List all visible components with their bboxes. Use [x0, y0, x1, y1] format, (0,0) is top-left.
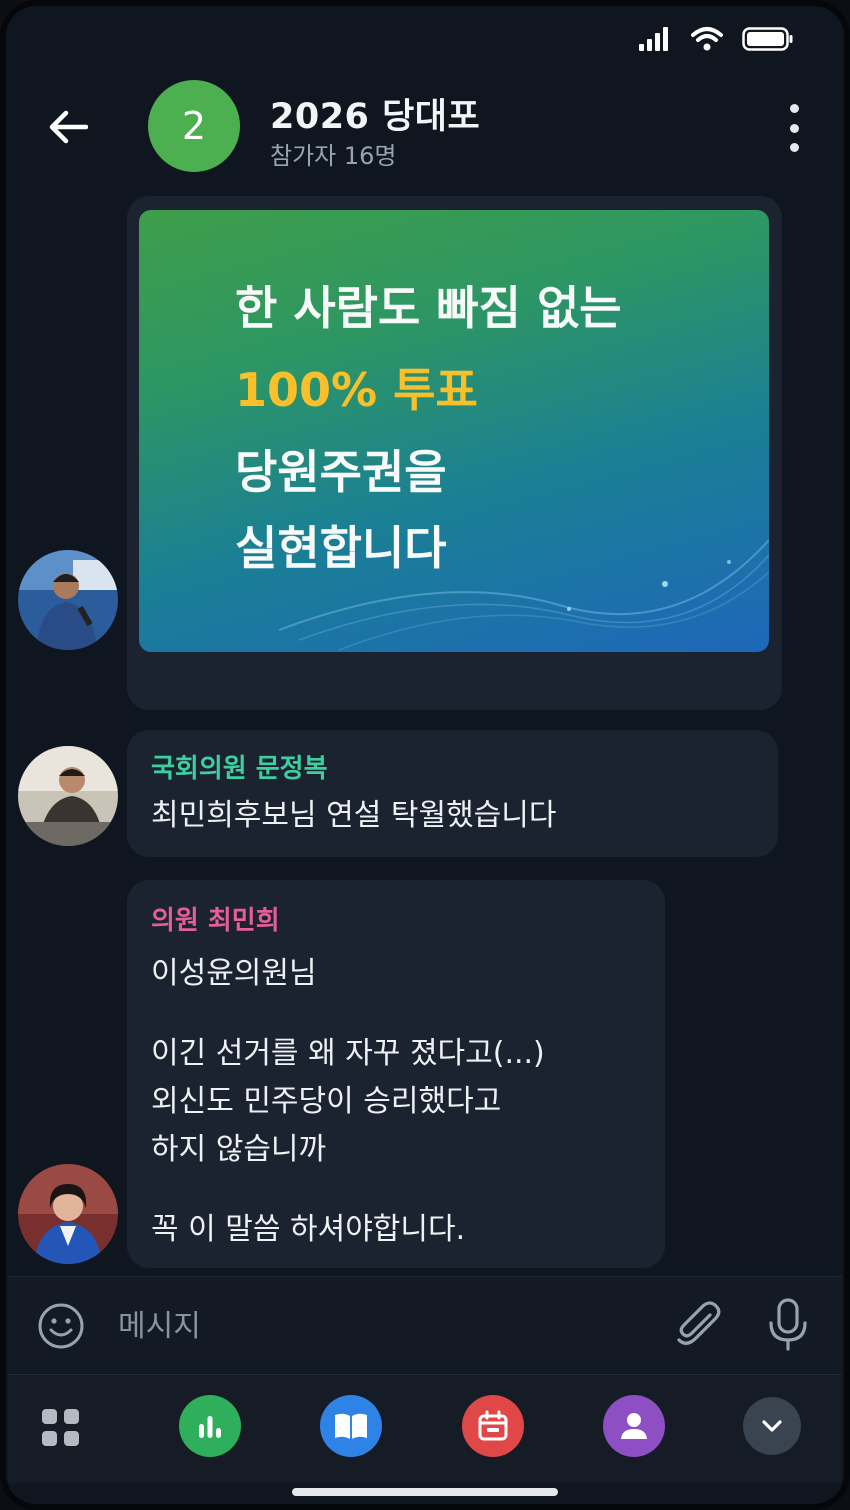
bottom-navigation — [8, 1374, 842, 1483]
banner-line-3: 당원주권을 — [235, 445, 447, 499]
calendar-button[interactable] — [462, 1395, 524, 1457]
attach-button[interactable] — [672, 1299, 724, 1351]
back-button[interactable] — [40, 102, 96, 152]
sender-avatar-3[interactable] — [18, 1164, 118, 1264]
expand-button[interactable] — [743, 1397, 801, 1455]
home-indicator[interactable] — [292, 1488, 558, 1496]
calendar-icon — [478, 1410, 508, 1441]
group-avatar[interactable]: 2 — [148, 80, 240, 172]
message-list[interactable]: 한 사람도 빠짐 없는 100% 투표 당원주권을 실현합니다 국회의원 문정복… — [0, 196, 850, 1274]
text-message-bubble-1[interactable]: 국회의원 문정복 최민희후보님 연설 탁월했습니다 — [127, 730, 778, 857]
profile-button[interactable] — [603, 1395, 665, 1457]
message-paragraph-1: 이성윤의원님 — [151, 956, 317, 991]
apps-grid-button[interactable] — [42, 1409, 82, 1449]
campaign-banner-image[interactable]: 한 사람도 빠짐 없는 100% 투표 당원주권을 실현합니다 — [139, 210, 769, 652]
apps-grid-icon — [42, 1409, 57, 1424]
sender-name-1[interactable]: 국회의원 문정복 — [151, 748, 328, 785]
signal-icon — [639, 27, 668, 51]
back-arrow-icon — [49, 110, 88, 144]
chat-header: 2 2026 당대포 참가자 16명 — [0, 80, 850, 180]
mic-button[interactable] — [764, 1297, 812, 1353]
chevron-down-icon — [762, 1420, 782, 1432]
mic-icon — [769, 1298, 807, 1351]
more-options-button[interactable] — [782, 104, 806, 152]
profile-icon — [621, 1413, 647, 1439]
message-paragraph-2: 이긴 선거를 왜 자꾸 졌다고(...) 외신도 민주당이 승리했다고 하지 않… — [151, 1036, 545, 1167]
attach-icon — [677, 1301, 721, 1345]
text-message-bubble-2[interactable]: 의원 최민희 이성윤의원님 이긴 선거를 왜 자꾸 졌다고(...) 외신도 민… — [127, 880, 665, 1268]
book-icon — [335, 1413, 367, 1439]
more-vert-icon — [789, 104, 799, 113]
banner-line-2: 100% 투표 — [235, 363, 478, 417]
banner-line-4: 실현합니다 — [235, 521, 447, 575]
sender-avatar-1[interactable] — [18, 550, 118, 650]
avatar-photo — [18, 550, 118, 650]
message-paragraph-3: 꼭 이 말씀 하셔야합니다. — [151, 1212, 466, 1247]
sender-avatar-2[interactable] — [18, 746, 118, 846]
battery-icon — [742, 27, 793, 51]
book-button[interactable] — [320, 1395, 382, 1457]
stats-button[interactable] — [179, 1395, 241, 1457]
emoji-button[interactable] — [36, 1301, 86, 1351]
avatar-photo — [18, 1164, 118, 1264]
wifi-icon — [691, 27, 723, 51]
message-text-1: 최민희후보님 연설 탁월했습니다 — [151, 798, 557, 833]
image-message-bubble[interactable]: 한 사람도 빠짐 없는 100% 투표 당원주권을 실현합니다 — [127, 196, 782, 710]
chat-title[interactable]: 2026 당대포 — [270, 88, 480, 139]
emoji-icon — [38, 1303, 84, 1349]
sender-name-2[interactable]: 의원 최민희 — [151, 900, 280, 937]
participant-count: 참가자 16명 — [270, 142, 397, 170]
stats-icon — [199, 1416, 221, 1438]
phone-screen: 2 2026 당대포 참가자 16명 한 사람도 빠짐 없는 100% 투표 당… — [0, 0, 850, 1510]
message-composer — [8, 1276, 842, 1373]
avatar-photo — [18, 746, 118, 846]
banner-line-1: 한 사람도 빠짐 없는 — [235, 281, 622, 335]
message-input[interactable] — [116, 1299, 620, 1353]
status-bar — [638, 22, 794, 56]
